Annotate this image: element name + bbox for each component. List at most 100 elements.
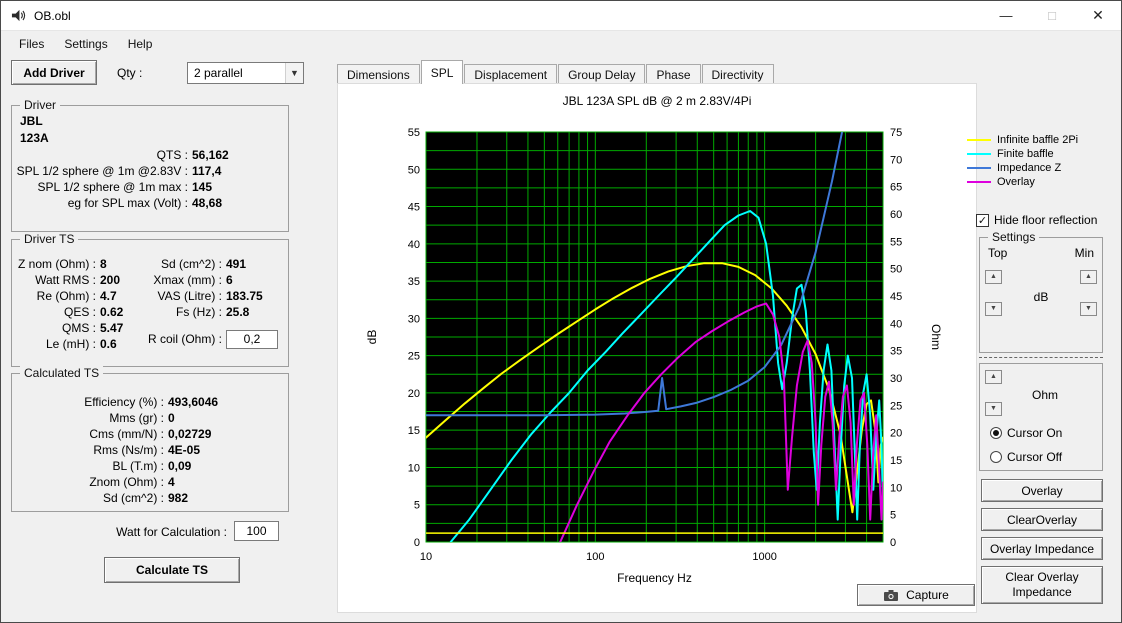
- close-button[interactable]: ✕: [1075, 1, 1121, 30]
- capture-button[interactable]: Capture: [857, 584, 975, 606]
- menu-files[interactable]: Files: [9, 33, 54, 55]
- legend-label: Overlay: [997, 176, 1035, 188]
- svg-text:10: 10: [420, 551, 432, 563]
- field-value: 200: [100, 273, 121, 287]
- cursor-on-label: Cursor On: [1007, 426, 1063, 440]
- field-row: Znom (Ohm) : 4: [16, 474, 260, 490]
- window-title: OB.obl: [34, 8, 71, 23]
- top-label: Top: [988, 246, 1008, 260]
- tab-dimensions[interactable]: Dimensions: [337, 64, 420, 84]
- field-value: 493,6046: [168, 395, 219, 409]
- spin-down-icon[interactable]: ▼: [1080, 302, 1097, 316]
- cursor-off-radio[interactable]: Cursor Off: [990, 450, 1062, 464]
- field-label: QES :: [63, 305, 96, 319]
- field-value: 982: [168, 491, 189, 505]
- spin-up-icon[interactable]: ▲: [985, 270, 1002, 284]
- clear-overlay-impedance-button[interactable]: Clear Overlay Impedance: [981, 566, 1103, 604]
- svg-text:25: 25: [408, 351, 420, 363]
- hide-floor-reflection-checkbox[interactable]: ✓ Hide floor reflection: [976, 213, 1097, 227]
- speaker-icon: [11, 9, 26, 22]
- chart-title: JBL 123A SPL dB @ 2 m 2.83V/4Pi: [562, 94, 752, 108]
- field-row: SPL 1/2 sphere @ 1m @2.83V : 117,4: [16, 163, 260, 179]
- field-value: 6: [226, 273, 233, 287]
- title-bar: OB.obl — □ ✕: [1, 1, 1121, 31]
- svg-text:45: 45: [890, 291, 902, 303]
- legend-item: Infinite baffle 2Pi: [967, 133, 1078, 147]
- svg-text:5: 5: [890, 510, 896, 522]
- checkbox-check-icon[interactable]: ✓: [976, 213, 989, 227]
- field-row: eg for SPL max (Volt) : 48,68: [16, 195, 260, 211]
- qty-dropdown[interactable]: 2 parallel ▼: [187, 62, 304, 84]
- svg-text:75: 75: [890, 127, 902, 139]
- spin-up-icon[interactable]: ▲: [1080, 270, 1097, 284]
- field-row: Mms (gr) : 0: [16, 410, 260, 426]
- tab-spl[interactable]: SPL: [420, 60, 464, 84]
- menu-help[interactable]: Help: [118, 33, 163, 55]
- field-value: 48,68: [192, 196, 223, 210]
- qty-label: Qty :: [117, 66, 143, 80]
- field-label: Re (Ohm) :: [36, 289, 96, 303]
- watt-input[interactable]: [234, 521, 279, 541]
- spin-up-icon[interactable]: ▲: [985, 370, 1002, 384]
- svg-text:10: 10: [890, 482, 902, 494]
- svg-text:40: 40: [890, 318, 902, 330]
- field-row: QTS : 56,162: [16, 147, 260, 163]
- ohm-unit-label: Ohm: [1032, 388, 1059, 402]
- svg-text:30: 30: [408, 313, 420, 325]
- radio-unselected-icon[interactable]: [990, 451, 1002, 463]
- svg-text:40: 40: [408, 239, 420, 251]
- svg-text:15: 15: [408, 425, 420, 437]
- overlay-impedance-button[interactable]: Overlay Impedance: [981, 537, 1103, 560]
- field-label: Watt RMS :: [35, 273, 96, 287]
- rcoil-label: R coil (Ohm) :: [147, 332, 222, 346]
- field-value: 25.8: [226, 305, 250, 319]
- driver-ts-col2: Sd (cm^2) : 491 Xmax (mm) : 6 VAS (Litre) …: [130, 256, 288, 349]
- calculated-ts-groupbox: Calculated TS Efficiency (%) : 493,6046 M…: [11, 366, 289, 512]
- spin-down-icon[interactable]: ▼: [985, 302, 1002, 316]
- legend-item: Impedance Z: [967, 161, 1078, 175]
- menu-settings[interactable]: Settings: [54, 33, 117, 55]
- field-row: Watt RMS : 200: [16, 272, 126, 288]
- tab-strip: Dimensions SPL Displacement Group Delay …: [337, 60, 775, 84]
- tab-directivity[interactable]: Directivity: [701, 64, 774, 84]
- tab-displacement[interactable]: Displacement: [464, 64, 558, 84]
- tab-phase[interactable]: Phase: [646, 64, 701, 84]
- driver-ts-col1: Z nom (Ohm) : 8 Watt RMS : 200 Re (Ohm) : 4…: [16, 256, 126, 352]
- minimize-button[interactable]: —: [983, 1, 1029, 30]
- overlay-button[interactable]: Overlay: [981, 479, 1103, 502]
- field-row: BL (T.m) : 0,09: [16, 458, 260, 474]
- legend-label: Impedance Z: [997, 162, 1062, 174]
- svg-text:dB: dB: [365, 330, 379, 345]
- tab-group-delay[interactable]: Group Delay: [558, 64, 646, 84]
- field-value: 56,162: [192, 148, 229, 162]
- calculated-ts-fields: Efficiency (%) : 493,6046 Mms (gr) : 0 Cms…: [16, 394, 260, 506]
- field-value: 0,02729: [168, 427, 212, 441]
- field-value: 0.6: [100, 337, 117, 351]
- field-label: Znom (Ohm) :: [89, 475, 164, 489]
- radio-selected-icon[interactable]: [990, 427, 1002, 439]
- db-unit-label: dB: [1033, 290, 1049, 304]
- svg-text:55: 55: [408, 127, 420, 139]
- field-row: Fs (Hz) : 25.8: [130, 304, 288, 320]
- field-label: SPL 1/2 sphere @ 1m max :: [37, 180, 188, 194]
- watt-label: Watt for Calculation :: [116, 525, 227, 539]
- app-window: OB.obl — □ ✕ Files Settings Help Add Dri…: [0, 0, 1122, 623]
- rcoil-input[interactable]: [226, 329, 278, 349]
- svg-text:0: 0: [414, 537, 420, 549]
- spl-chart[interactable]: 0 5 10 15 20 25 30 35 40 45 50 55 0 5 10 15 20 25 30 35 40 45…: [338, 114, 978, 592]
- svg-text:35: 35: [890, 346, 902, 358]
- add-driver-button[interactable]: Add Driver: [11, 60, 97, 85]
- clear-overlay-button[interactable]: ClearOverlay: [981, 508, 1103, 531]
- cursor-on-radio[interactable]: Cursor On: [990, 426, 1062, 440]
- svg-text:Frequency Hz: Frequency Hz: [617, 571, 692, 585]
- spin-down-icon[interactable]: ▼: [985, 402, 1002, 416]
- field-value: 4: [168, 475, 175, 489]
- calculate-ts-button[interactable]: Calculate TS: [104, 557, 240, 583]
- maximize-button[interactable]: □: [1029, 1, 1075, 30]
- legend-item: Finite baffle: [967, 147, 1078, 161]
- field-value: 8: [100, 257, 107, 271]
- svg-text:10: 10: [408, 462, 420, 474]
- calculated-ts-group-title: Calculated TS: [20, 366, 104, 380]
- field-label: Le (mH) :: [45, 337, 96, 351]
- field-row: Xmax (mm) : 6: [130, 272, 288, 288]
